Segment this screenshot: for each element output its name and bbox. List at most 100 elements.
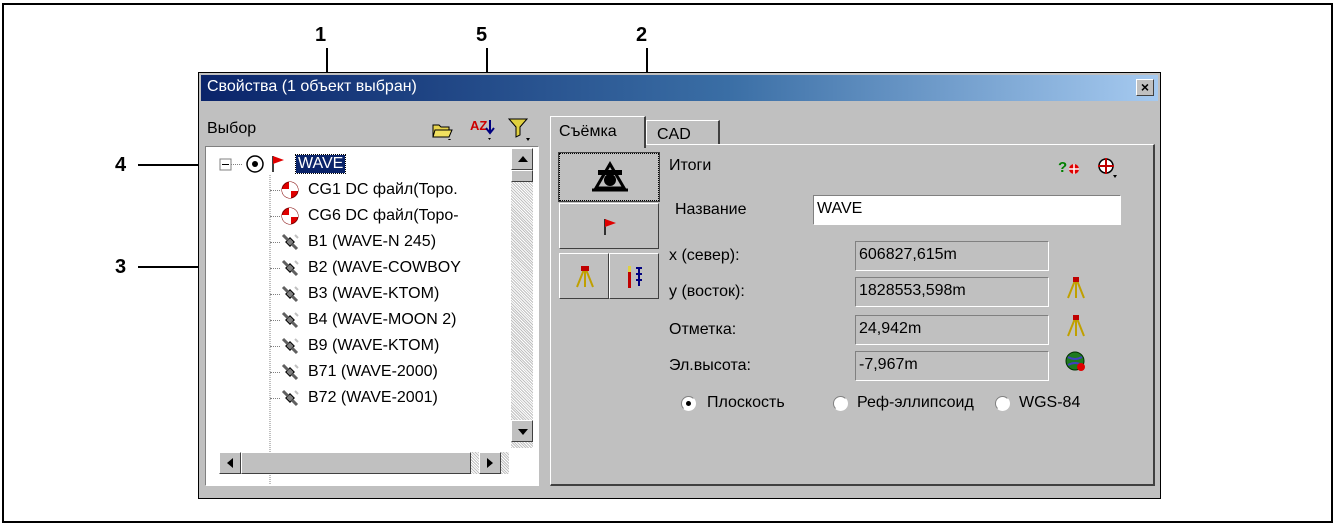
satellite-icon [281,285,299,303]
name-field[interactable]: WAVE [813,195,1121,225]
satellite-icon [281,233,299,251]
tree-connector [270,294,280,295]
callout-4: 4 [115,154,127,176]
tab-cad-label: CAD [657,126,691,143]
name-label: Название [675,201,747,218]
globe-icon[interactable] [1063,349,1089,375]
satellite-icon [281,259,299,277]
summary-title: Итоги [669,157,712,174]
selection-label: Выбор [207,120,257,137]
tripod-icon[interactable] [1065,313,1087,339]
flag-icon [604,219,616,235]
scroll-left-button[interactable] [219,452,241,474]
radio-plane-dot [686,401,691,406]
folder-open-icon[interactable] [431,120,455,140]
target-icon [281,207,299,225]
tab-survey[interactable]: Съёмка [550,116,646,148]
tab-survey-label: Съёмка [559,123,617,140]
tree-connector [270,320,280,321]
elevation-field[interactable]: 24,942m [855,315,1049,345]
horizontal-scroll-thumb[interactable] [241,452,471,474]
radio-wgs84-label: WGS-84 [1019,394,1081,411]
tree-item-label: B4 (WAVE-MOON 2) [308,311,457,328]
radio-ellipsoid-label: Реф-эллипсоид [857,394,974,411]
sort-az-text: AZ [470,118,487,133]
scroll-thumb[interactable] [511,170,533,182]
properties-dialog: Свойства (1 объект выбран) × Выбор AZ WA… [198,72,1161,499]
close-icon: × [1140,79,1150,95]
scroll-up-button[interactable] [511,148,533,170]
dialog-title: Свойства (1 объект выбран) [207,78,417,95]
tree-item[interactable]: B71 (WAVE-2000) [270,361,510,383]
east-label: y (восток): [669,283,745,300]
east-field[interactable]: 1828553,598m [855,277,1049,307]
callout-5: 5 [476,24,488,46]
tree-item-label: B1 (WAVE-N 245) [308,233,437,250]
elevation-label: Отметка: [669,321,737,338]
title-bar[interactable]: Свойства (1 объект выбран) × [201,75,1158,101]
radio-wgs84[interactable] [995,396,1010,411]
tree-item[interactable]: B1 (WAVE-N 245) [270,231,510,253]
satellite-icon [281,363,299,381]
callout-2: 2 [636,24,648,46]
tripod-icon[interactable] [1065,275,1087,301]
tree-item[interactable]: B9 (WAVE-KTOM) [270,335,510,357]
help-add-text: ? [1058,159,1067,176]
tree-connector [270,242,280,243]
filter-icon[interactable] [507,116,533,142]
arrow-left-icon [227,458,233,468]
scroll-right-button[interactable] [479,452,501,474]
instrument-view-button[interactable] [559,253,609,299]
tree-item-label: B2 (WAVE-COWBOY [308,259,461,276]
arrow-right-icon [487,458,493,468]
object-tree[interactable]: WAVE CG1 DC файл(Topo. CG6 DC файл(Topo- B1… [205,146,539,486]
tree-connector [270,216,280,217]
tree-item[interactable]: B3 (WAVE-KTOM) [270,283,510,305]
tree-item[interactable]: B4 (WAVE-MOON 2) [270,309,510,331]
tree-item[interactable]: CG1 DC файл(Topo. [270,179,510,201]
tree-connector [270,346,280,347]
tree-item-label: B71 (WAVE-2000) [308,363,438,380]
tree-item[interactable]: B72 (WAVE-2001) [270,387,510,409]
ellipsoid-height-field[interactable]: -7,967m [855,351,1049,381]
tree-item-label: WAVE [294,154,347,174]
target-height-button[interactable] [609,253,659,299]
tree-item[interactable]: B2 (WAVE-COWBOY [270,257,510,279]
scroll-down-button[interactable] [511,420,533,442]
tree-connector [270,268,280,269]
tripod-icon [576,266,594,288]
north-field[interactable]: 606827,615m [855,241,1049,271]
sextant-icon [592,161,628,192]
sort-az-icon[interactable]: AZ [469,116,497,142]
selection-pane: Выбор AZ WAVE CG1 DC файл(Topo. CG6 DC ф… [203,106,539,486]
ellipsoid-height-label: Эл.высота: [669,357,751,374]
tree-horizontal-scrollbar[interactable] [219,452,509,474]
radio-plane-label: Плоскость [707,394,785,411]
flag-icon [272,156,284,172]
target-menu-icon[interactable] [1095,155,1121,181]
close-button[interactable]: × [1136,79,1154,96]
tree-connector [270,190,280,191]
help-add-icon[interactable]: ? [1057,155,1083,179]
summary-view-button[interactable] [558,152,660,202]
tree-root-item[interactable]: WAVE [268,153,388,175]
tree-item-label: B3 (WAVE-KTOM) [308,285,440,302]
point-view-button[interactable] [559,203,659,249]
north-label: x (север): [669,247,740,264]
tree-item-label: CG1 DC файл(Topo. [308,181,458,198]
radio-plane[interactable] [681,396,696,411]
tree-item-label: B9 (WAVE-KTOM) [308,337,440,354]
rod-icon [628,266,642,288]
survey-tab-panel: Итоги ? Название WAVE x (север): 606827,… [550,144,1155,486]
tree-vertical-scrollbar[interactable] [511,148,533,448]
target-circle-icon [246,155,264,173]
tree-connector [270,372,280,373]
tree-item[interactable]: CG6 DC файл(Topo- [270,205,510,227]
arrow-down-icon [518,429,528,435]
radio-ellipsoid[interactable] [833,396,848,411]
satellite-icon [281,337,299,355]
tree-connector [270,398,280,399]
callout-1: 1 [315,24,327,46]
satellite-icon [281,389,299,407]
satellite-icon [281,311,299,329]
